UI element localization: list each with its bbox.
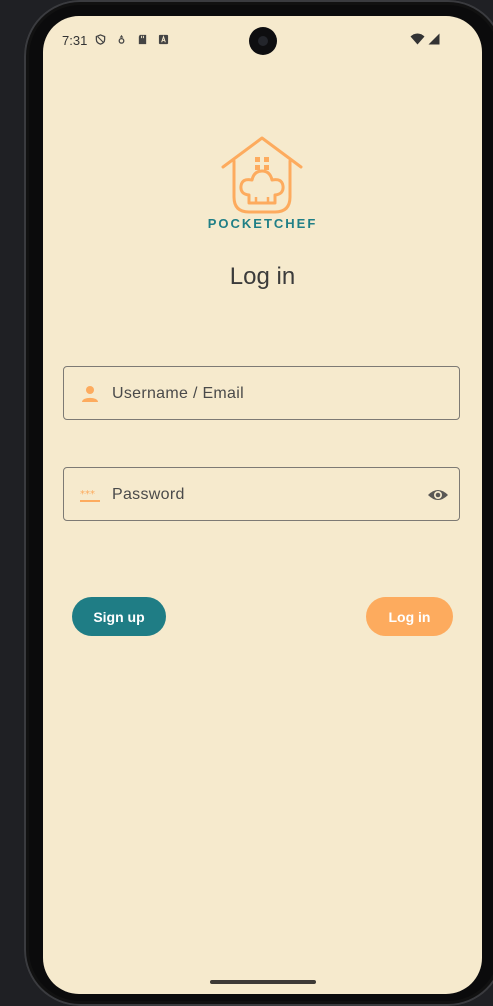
app-screen: 7:31 POCKETCHEF Log in Username / Email … <box>43 16 482 994</box>
status-icons-left <box>95 34 169 45</box>
house-chef-hat-icon <box>221 136 303 214</box>
location-icon <box>118 34 125 44</box>
brand-name: POCKETCHEF <box>207 216 318 231</box>
status-bar: 7:31 <box>43 16 482 66</box>
svg-text:***: *** <box>80 489 95 500</box>
login-button[interactable]: Log in <box>366 597 453 636</box>
username-field[interactable]: Username / Email <box>63 366 460 420</box>
password-placeholder: Password <box>112 486 185 503</box>
signup-button[interactable]: Sign up <box>72 597 166 636</box>
person-icon <box>82 386 98 402</box>
shield-icon <box>95 34 106 45</box>
status-time: 7:31 <box>62 33 88 48</box>
username-placeholder: Username / Email <box>112 385 244 402</box>
password-icon: *** <box>80 489 100 502</box>
sd-card-icon <box>138 34 147 45</box>
text-icon <box>158 34 169 45</box>
status-icons-right <box>410 33 440 45</box>
password-field[interactable]: *** Password <box>63 467 460 521</box>
wifi-icon <box>410 33 425 45</box>
page-title: Log in <box>229 263 296 290</box>
signal-icon <box>428 33 440 45</box>
eye-icon[interactable] <box>427 485 449 505</box>
front-camera <box>249 27 277 55</box>
home-indicator[interactable] <box>210 980 316 984</box>
